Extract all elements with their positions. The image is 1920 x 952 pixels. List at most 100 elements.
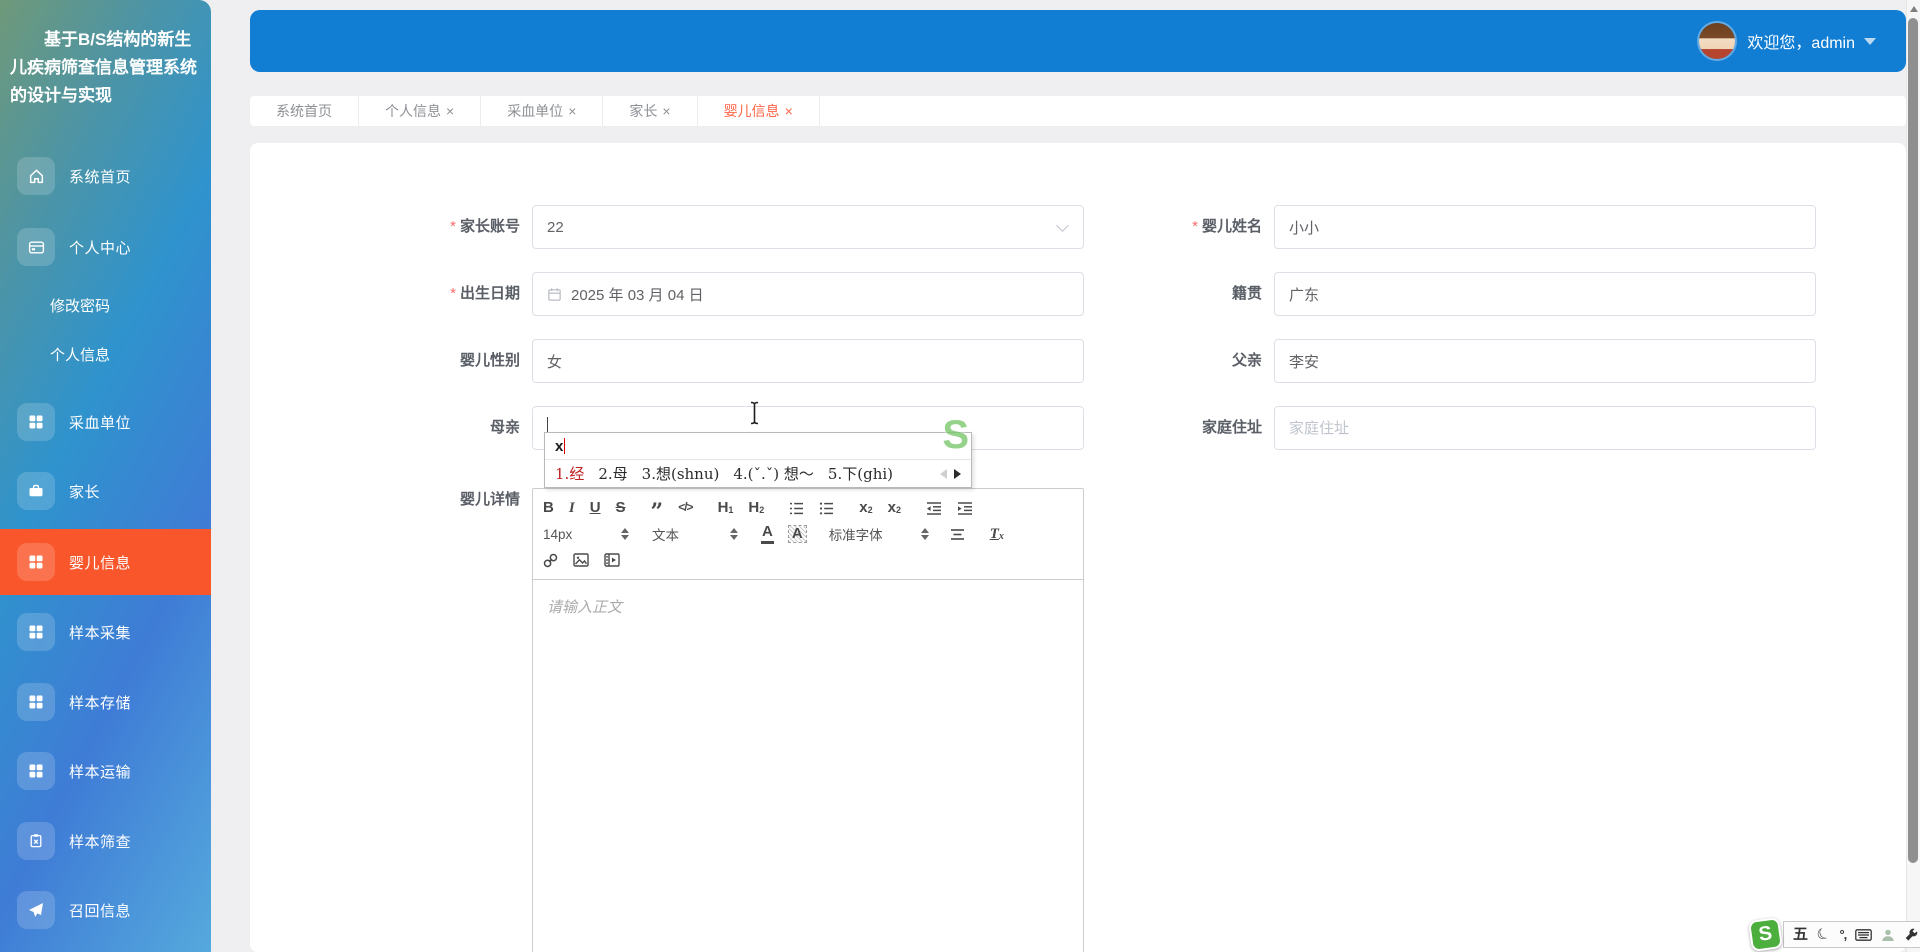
sidebar-item-sample-transport[interactable]: 样本运输 [0,745,211,797]
updown-icon [730,528,738,540]
ime-candidate-window: S x 1.经 2.母 3.想(shnu) 4.(ˇ.ˇ) 想～ 5.下(ghi… [544,415,972,488]
tab-bar: 系统首页 个人信息 × 采血单位 × 家长 × 婴儿信息 × [250,96,1906,126]
sidebar-item-sample-storage[interactable]: 样本存储 [0,676,211,728]
ime-composition: x [545,433,971,460]
parent-account-label: * 家长账号 [450,218,520,235]
native-place-input[interactable] [1289,285,1801,303]
id-card-icon [17,228,55,266]
welcome-prefix: 欢迎您， [1747,35,1812,52]
text-color-button[interactable]: A [761,524,774,544]
indent-icon[interactable] [957,501,973,516]
briefcase-icon [17,472,55,510]
editor-toolbar: B I U S ” </> H1 H2 x2 x2 14px 文本 A A 标准… [533,489,1083,580]
editor-content-area[interactable]: 请输入正文 [533,580,1083,633]
clear-format-button[interactable]: Tx [990,526,1004,543]
ime-candidate[interactable]: 2.母 [598,463,627,484]
father-label: 父亲 [1231,352,1262,369]
tab-baby-info[interactable]: 婴儿信息 × [698,96,820,126]
mother-label: 母亲 [489,419,520,436]
sogou-logo-icon: S [942,413,969,457]
rich-text-editor: B I U S ” </> H1 H2 x2 x2 14px 文本 A A 标准… [532,488,1084,952]
heading1-button[interactable]: H1 [718,499,734,517]
baby-gender-input[interactable] [547,352,1069,370]
editor-placeholder: 请输入正文 [547,599,623,616]
ime-next-page-icon[interactable] [954,468,961,479]
sidebar-item-parents[interactable]: 家长 [0,465,211,517]
user-avatar[interactable] [1699,23,1736,59]
sidebar-item-sample-screening[interactable]: 样本筛查 [0,815,211,867]
underline-button[interactable]: U [590,499,601,517]
welcome-text: 欢迎您，admin [1747,29,1855,53]
grid-icon [17,613,55,651]
ime-wubi-mode[interactable]: 五 [1793,927,1808,942]
heading2-button[interactable]: H2 [748,499,764,517]
bold-button[interactable]: B [543,499,554,517]
grid-icon [17,543,55,581]
baby-name-label: * 婴儿姓名 [1192,218,1262,235]
link-icon[interactable] [543,553,558,568]
ime-candidate[interactable]: 3.想(shnu) [642,463,720,484]
home-icon [17,157,55,195]
tab-parents[interactable]: 家长 × [603,96,698,126]
bullet-list-icon[interactable] [819,501,834,516]
paragraph-select[interactable]: 文本 [652,524,738,544]
chevron-down-icon[interactable] [1864,37,1876,45]
grid-icon [17,752,55,790]
sidebar-item-personal-info[interactable]: 个人信息 [50,344,200,368]
font-family-select[interactable]: 标准字体 [829,524,929,544]
align-icon[interactable] [950,528,965,541]
sidebar-item-personal-center[interactable]: 个人中心 [0,221,211,273]
sidebar-item-change-password[interactable]: 修改密码 [50,295,200,319]
ime-candidate[interactable]: 4.(ˇ.ˇ) 想～ [733,463,814,484]
code-button[interactable]: </> [678,501,693,514]
ordered-list-icon[interactable] [789,501,804,516]
grid-icon [17,403,55,441]
scrollbar-thumb[interactable] [1908,18,1918,863]
sidebar-item-home[interactable]: 系统首页 [0,150,211,202]
father-input[interactable] [1289,352,1801,370]
ime-candidate[interactable]: 1.经 [555,463,584,484]
close-icon[interactable]: × [446,103,454,119]
punctuation-mode-icon[interactable]: °, [1839,928,1847,941]
sidebar-item-recall-info[interactable]: 召回信息 [0,884,211,936]
form-panel: *家长账号 22 *婴儿姓名 *出生日期 2025 年 03 月 04 日 籍贯… [250,143,1906,952]
ime-candidate[interactable]: 5.下(ghi) [828,463,893,484]
birth-date-picker[interactable]: 2025 年 03 月 04 日 [532,272,1084,316]
ime-candidate-list: 1.经 2.母 3.想(shnu) 4.(ˇ.ˇ) 想～ 5.下(ghi) [545,460,971,487]
home-address-input[interactable] [1289,419,1801,437]
sidebar-item-baby-info[interactable]: 婴儿信息 [0,529,211,595]
ime-caret [564,438,566,454]
ime-status-bar: S 五 ☾ °, [1747,916,1920,952]
scrollbar-up-arrow-icon[interactable] [1910,6,1918,12]
tab-personal-info[interactable]: 个人信息 × [359,96,482,126]
blockquote-button[interactable]: ” [651,501,664,523]
native-place-field-box [1274,272,1816,316]
video-icon[interactable] [604,553,620,567]
strikethrough-button[interactable]: S [616,499,626,517]
font-size-select[interactable]: 14px [543,527,629,542]
image-icon[interactable] [573,553,589,567]
ime-prev-page-icon[interactable] [940,468,947,479]
moon-icon[interactable]: ☾ [1814,924,1834,945]
username: admin [1811,35,1855,52]
baby-name-input[interactable] [1289,218,1801,236]
sogou-logo-icon[interactable]: S [1747,916,1784,952]
paper-plane-icon [17,891,55,929]
wrench-icon[interactable] [1904,928,1918,942]
tab-blood-unit[interactable]: 采血单位 × [481,96,604,126]
subscript-button[interactable]: x2 [859,499,872,517]
close-icon[interactable]: × [785,103,793,119]
sidebar-item-sample-collect[interactable]: 样本采集 [0,606,211,658]
tab-system-home[interactable]: 系统首页 [250,96,359,126]
keyboard-icon[interactable] [1855,928,1873,941]
close-icon[interactable]: × [568,103,576,119]
italic-button[interactable]: I [569,500,575,517]
sidebar-item-blood-unit[interactable]: 采血单位 [0,396,211,448]
outdent-icon[interactable] [926,501,942,516]
account-icon[interactable] [1881,928,1895,942]
highlight-color-button[interactable]: A [787,524,807,544]
superscript-button[interactable]: x2 [888,499,901,517]
close-icon[interactable]: × [662,103,670,119]
parent-account-select[interactable]: 22 [532,205,1084,249]
top-header: 欢迎您，admin [250,10,1906,72]
